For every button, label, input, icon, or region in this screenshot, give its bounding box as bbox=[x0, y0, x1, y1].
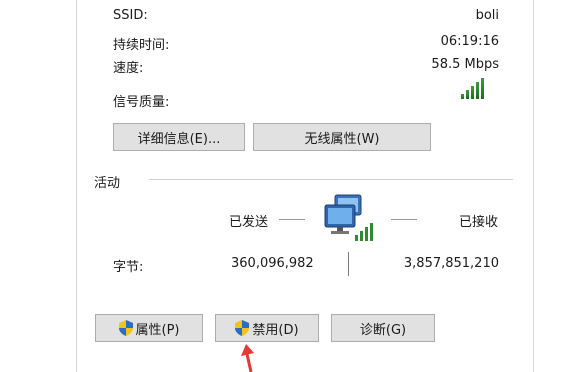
activity-section-label: 活动 bbox=[94, 176, 121, 191]
annotation-arrow-icon bbox=[241, 344, 254, 372]
page: SSID: boli 持续时间: 06:19:16 速度: 58.5 Mbps … bbox=[0, 0, 580, 372]
properties-button[interactable]: 属性(P) bbox=[95, 314, 203, 342]
signal-label: 信号质量: bbox=[113, 95, 170, 110]
wireless-properties-button[interactable]: 无线属性(W) bbox=[253, 123, 431, 151]
ssid-value: boli bbox=[475, 8, 499, 23]
details-button[interactable]: 详细信息(E)... bbox=[113, 123, 245, 151]
received-connector bbox=[391, 219, 417, 220]
bytes-divider bbox=[348, 252, 349, 276]
duration-label: 持续时间: bbox=[113, 38, 170, 53]
duration-row: 持续时间: 06:19:16 bbox=[113, 34, 499, 54]
bytes-received-value: 3,857,851,210 bbox=[403, 256, 499, 271]
diagnose-button[interactable]: 诊断(G) bbox=[331, 314, 435, 342]
uac-shield-icon bbox=[118, 320, 133, 336]
signal-strength-icon bbox=[461, 77, 489, 99]
disable-button[interactable]: 禁用(D) bbox=[215, 314, 319, 342]
wifi-status-dialog: SSID: boli 持续时间: 06:19:16 速度: 58.5 Mbps … bbox=[76, 0, 534, 372]
details-button-label: 详细信息(E)... bbox=[137, 131, 221, 147]
ssid-label: SSID: bbox=[113, 8, 148, 23]
disable-button-label: 禁用(D) bbox=[252, 322, 299, 338]
sent-connector bbox=[279, 219, 305, 220]
properties-button-label: 属性(P) bbox=[135, 322, 180, 338]
received-label: 已接收 bbox=[459, 215, 499, 230]
ssid-row: SSID: boli bbox=[113, 8, 499, 28]
diagnose-button-label: 诊断(G) bbox=[359, 322, 407, 338]
network-computers-icon bbox=[324, 194, 373, 241]
wireless-properties-label: 无线属性(W) bbox=[304, 131, 380, 147]
uac-shield-icon bbox=[235, 320, 250, 336]
speed-label: 速度: bbox=[113, 61, 144, 76]
signal-row: 信号质量: bbox=[113, 91, 499, 111]
activity-divider bbox=[149, 179, 513, 180]
speed-row: 速度: 58.5 Mbps bbox=[113, 57, 499, 77]
bytes-label: 字节: bbox=[113, 260, 144, 275]
speed-value: 58.5 Mbps bbox=[431, 57, 499, 72]
duration-value: 06:19:16 bbox=[440, 34, 499, 49]
sent-label: 已发送 bbox=[229, 215, 269, 230]
bytes-sent-value: 360,096,982 bbox=[231, 256, 314, 271]
